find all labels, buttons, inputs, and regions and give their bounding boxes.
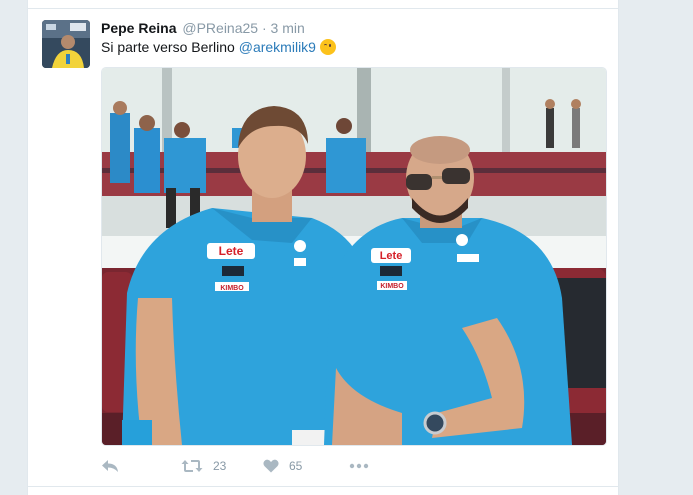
heart-icon xyxy=(263,459,279,473)
shirt-sponsor: Lete xyxy=(219,244,244,258)
tweet-photo[interactable]: Lete KIMBO Lete KIMBO xyxy=(101,67,607,446)
timestamp[interactable]: 3 min xyxy=(271,20,305,36)
separator: · xyxy=(261,20,267,36)
reply-button[interactable] xyxy=(101,456,119,476)
retweet-count: 23 xyxy=(213,459,227,473)
tweet-body: Si parte verso Berlino xyxy=(101,39,235,55)
retweet-button[interactable]: 23 xyxy=(181,456,226,476)
svg-text:Lete: Lete xyxy=(380,250,403,262)
tweet-actions: 23 65 xyxy=(101,456,401,476)
winking-face-icon xyxy=(319,39,336,55)
mention-link[interactable]: @arekmilik9 xyxy=(239,39,316,55)
reply-icon xyxy=(101,459,119,473)
tweet-header: Pepe Reina @PReina25 · 3 min xyxy=(101,19,305,37)
divider xyxy=(28,486,618,487)
author-name[interactable]: Pepe Reina xyxy=(101,20,176,36)
like-button[interactable]: 65 xyxy=(263,456,302,476)
avatar[interactable] xyxy=(42,20,90,68)
svg-text:KIMBO: KIMBO xyxy=(380,283,404,290)
shirt-secondary-sponsor: KIMBO xyxy=(220,285,244,292)
timeline-column: Pepe Reina @PReina25 · 3 min Si parte ve… xyxy=(27,0,619,495)
retweet-icon xyxy=(181,459,203,473)
more-button[interactable] xyxy=(349,456,369,476)
divider xyxy=(28,8,618,9)
author-handle[interactable]: @PReina25 xyxy=(182,20,258,36)
tweet-text: Si parte verso Berlino @arekmilik9 xyxy=(101,38,336,56)
like-count: 65 xyxy=(289,459,303,473)
more-icon xyxy=(349,463,369,469)
